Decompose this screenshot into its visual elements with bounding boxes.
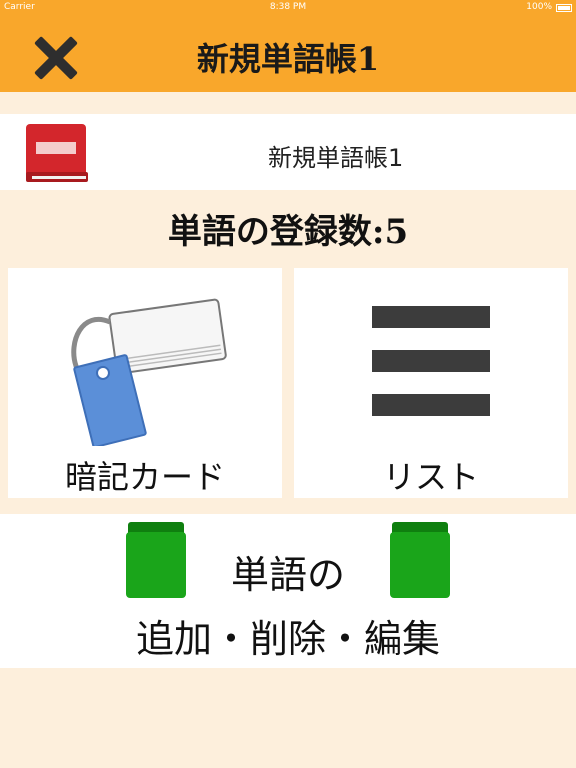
add-label-line2: 追加・削除・編集 bbox=[135, 617, 440, 661]
word-count-label: 単語の登録数:5 bbox=[167, 212, 409, 252]
add-label-line1: 単語の bbox=[230, 553, 345, 597]
flashcard-ring-icon bbox=[71, 298, 227, 446]
status-bar: Carrier 8:38 PM 100% bbox=[0, 0, 576, 16]
red-book-icon bbox=[26, 124, 88, 182]
wordbook-name-row[interactable]: 新規単語帳1 bbox=[0, 114, 576, 190]
wordbook-name: 新規単語帳1 bbox=[268, 144, 404, 172]
flashcard-label: 暗記カード bbox=[64, 458, 225, 496]
status-time: 8:38 PM bbox=[269, 2, 307, 12]
battery-icon bbox=[556, 4, 572, 12]
list-label: リスト bbox=[382, 458, 479, 496]
list-button[interactable]: リスト bbox=[294, 268, 568, 498]
battery-percent: 100% bbox=[526, 2, 552, 12]
flashcard-button[interactable]: 暗記カード bbox=[8, 268, 282, 498]
add-delete-edit-button[interactable]: 単語の 追加・削除・編集 bbox=[0, 514, 576, 668]
list-lines-icon bbox=[372, 306, 490, 418]
nav-bar: 新規単語帳1 bbox=[0, 16, 576, 92]
page-title: 新規単語帳1 bbox=[196, 40, 380, 78]
